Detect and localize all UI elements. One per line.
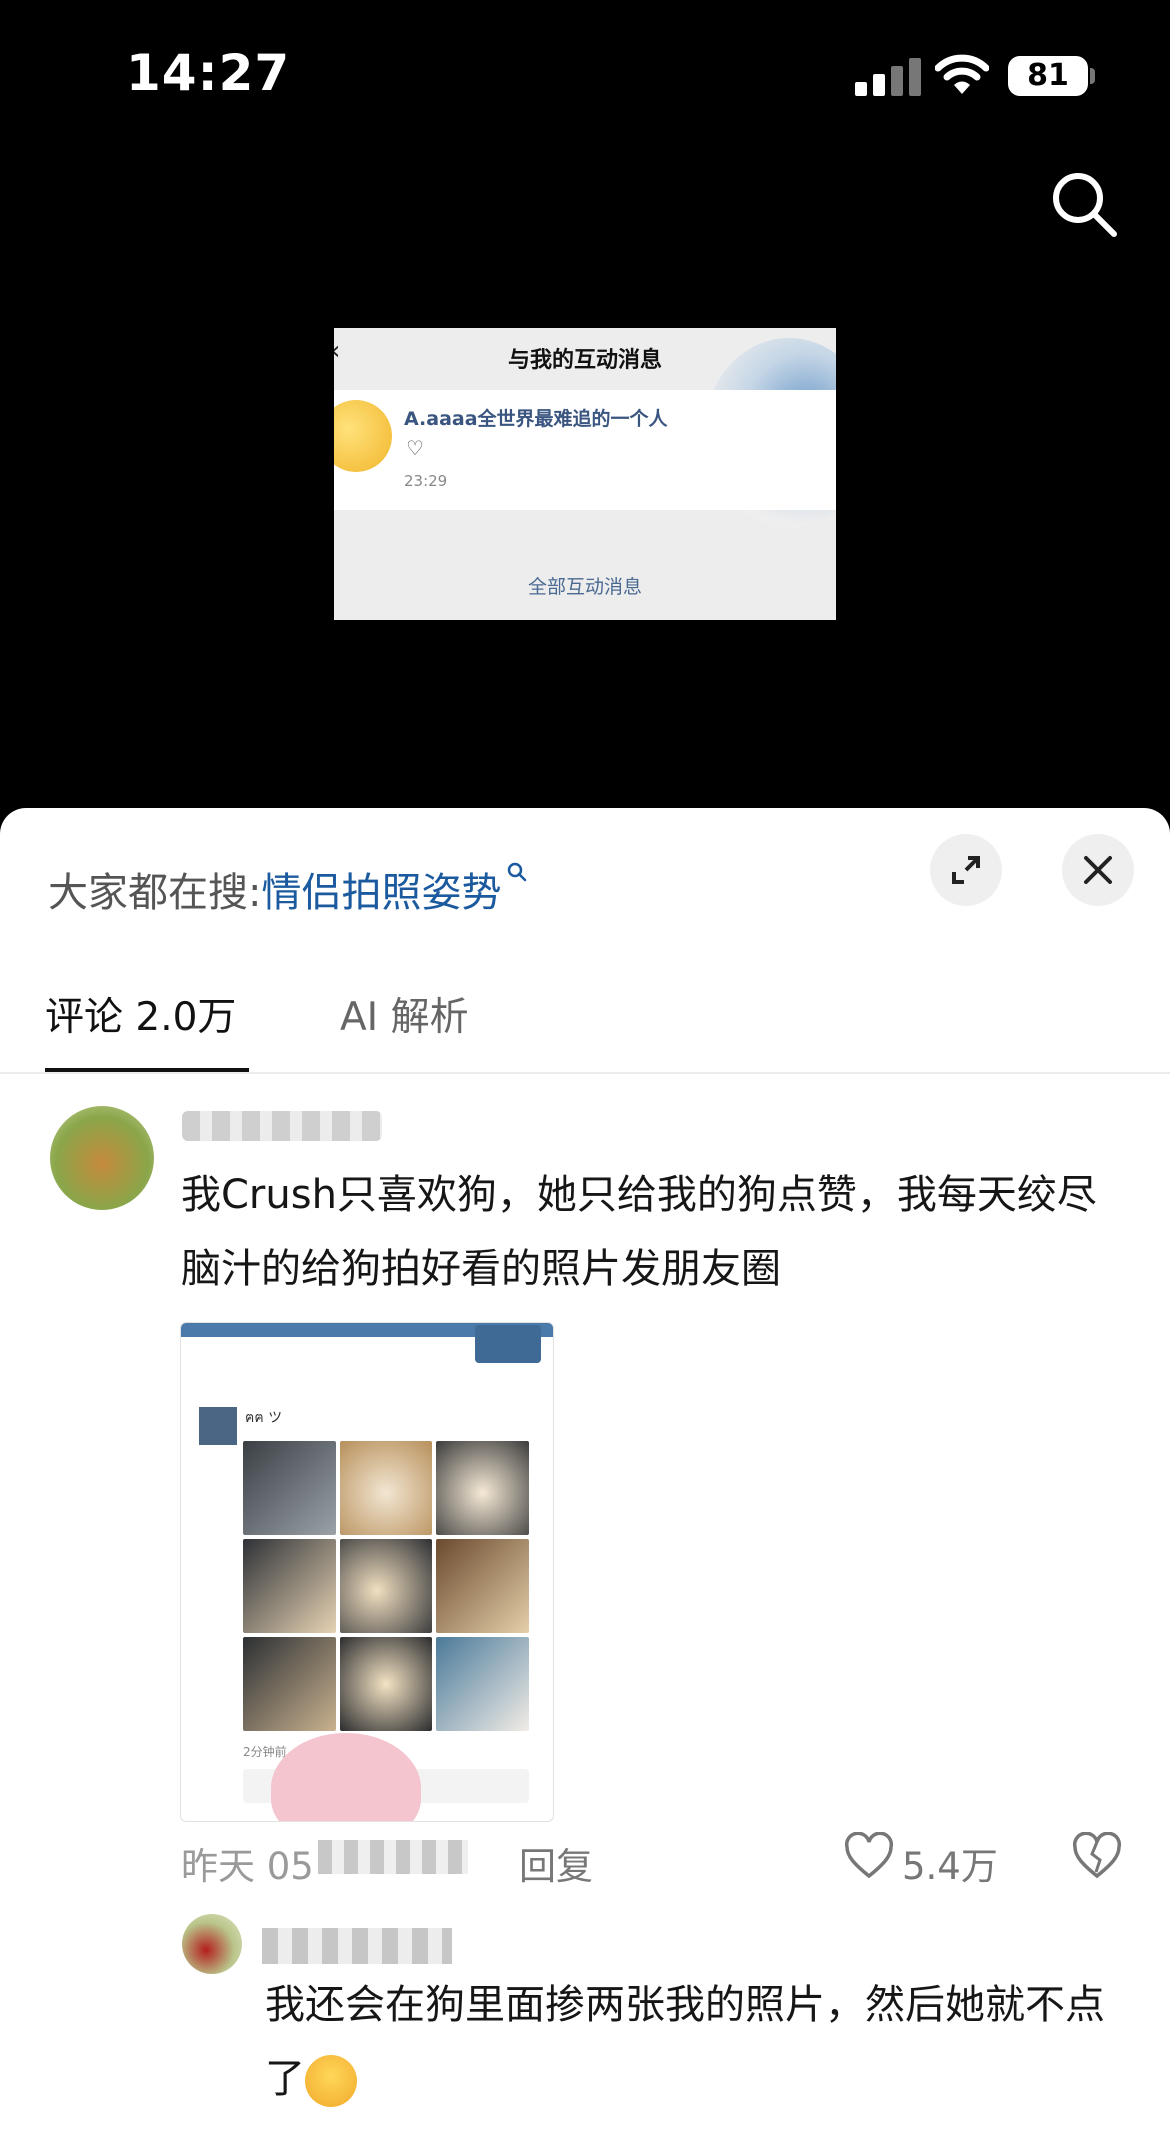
battery-level: 81 [1027,58,1069,93]
poster-avatar [199,1407,237,1445]
close-icon [1084,856,1112,884]
pink-heart-sticker [271,1733,421,1821]
expand-icon [952,856,980,884]
avatar[interactable] [50,1106,154,1210]
dog-photo [243,1441,336,1535]
hot-search-label: 大家都在搜: [48,870,262,916]
close-button[interactable] [1062,834,1134,906]
heart-icon[interactable] [844,1832,894,1880]
divider [0,1072,1170,1074]
message-time: 23:29 [404,472,448,490]
search-icon[interactable] [1050,170,1120,240]
dog-photo [243,1539,336,1633]
status-time: 14:27 [126,44,291,102]
comment-text: 我Crush只喜欢狗，她只给我的狗点赞，我每天绞尽脑汁的给狗拍好看的照片发朋友圈 [181,1172,1097,1292]
post-screenshot-image[interactable]: ‹ 与我的互动消息 A.aaaa全世界最难追的一个人 ♡ 23:29 全部互动消… [334,328,836,620]
location-blurred [318,1840,468,1874]
dog-photo [436,1441,529,1535]
dog-photo [243,1637,336,1731]
dog-photo-grid [243,1441,529,1731]
reply-text: 我还会在狗里面掺两张我的照片，然后她就不点了 [265,1968,1125,2116]
expand-button[interactable] [930,834,1002,906]
username-blurred[interactable] [182,1111,382,1141]
hot-search-bar[interactable]: 大家都在搜:情侣拍照姿势 [48,860,529,918]
screenshot-title: 与我的互动消息 [507,348,662,373]
battery-icon: 81 [1008,56,1088,96]
wifi-icon [935,54,989,94]
username-blurred[interactable] [262,1928,452,1964]
cat-avatar-image [475,1325,541,1363]
avatar[interactable] [182,1914,242,1974]
all-messages-link: 全部互动消息 [527,576,642,598]
comment-image[interactable]: ฅฅ ツ 2分钟前 [180,1322,554,1822]
dog-photo [436,1539,529,1633]
reply-text-content: 我还会在狗里面掺两张我的照片，然后她就不点了 [265,1982,1105,2102]
comment-sheet: 大家都在搜:情侣拍照姿势 评论 2.0万 AI 解析 我Crush只喜欢狗，她只… [0,808,1170,2138]
tab-comments[interactable]: 评论 2.0万 [45,986,236,1042]
dog-photo [339,1441,433,1535]
broken-heart-icon[interactable] [1072,1832,1122,1880]
tab-ai-analysis[interactable]: AI 解析 [340,986,469,1042]
battery-cap [1090,68,1095,84]
heart-outline-icon: ♡ [406,436,424,460]
cellular-signal-icon [855,56,921,96]
pleading-emoji-avatar [334,400,392,472]
interaction-message-row: A.aaaa全世界最难追的一个人 ♡ 23:29 [334,390,836,510]
like-count: 5.4万 [902,1845,998,1888]
crying-face-icon [305,2055,357,2107]
comment-time: 昨天 05 [181,1845,314,1888]
small-search-icon [508,862,527,882]
dog-photo [339,1637,433,1731]
hot-search-term[interactable]: 情侣拍照姿势 [261,870,501,916]
sender-name: A.aaaa全世界最难追的一个人 [404,408,668,430]
poster-name: ฅฅ ツ [245,1410,283,1426]
dog-photo [436,1637,529,1731]
reply-button[interactable]: 回复 [519,1836,593,1890]
dog-photo [339,1539,433,1633]
image-post-time: 2分钟前 [243,1745,287,1759]
